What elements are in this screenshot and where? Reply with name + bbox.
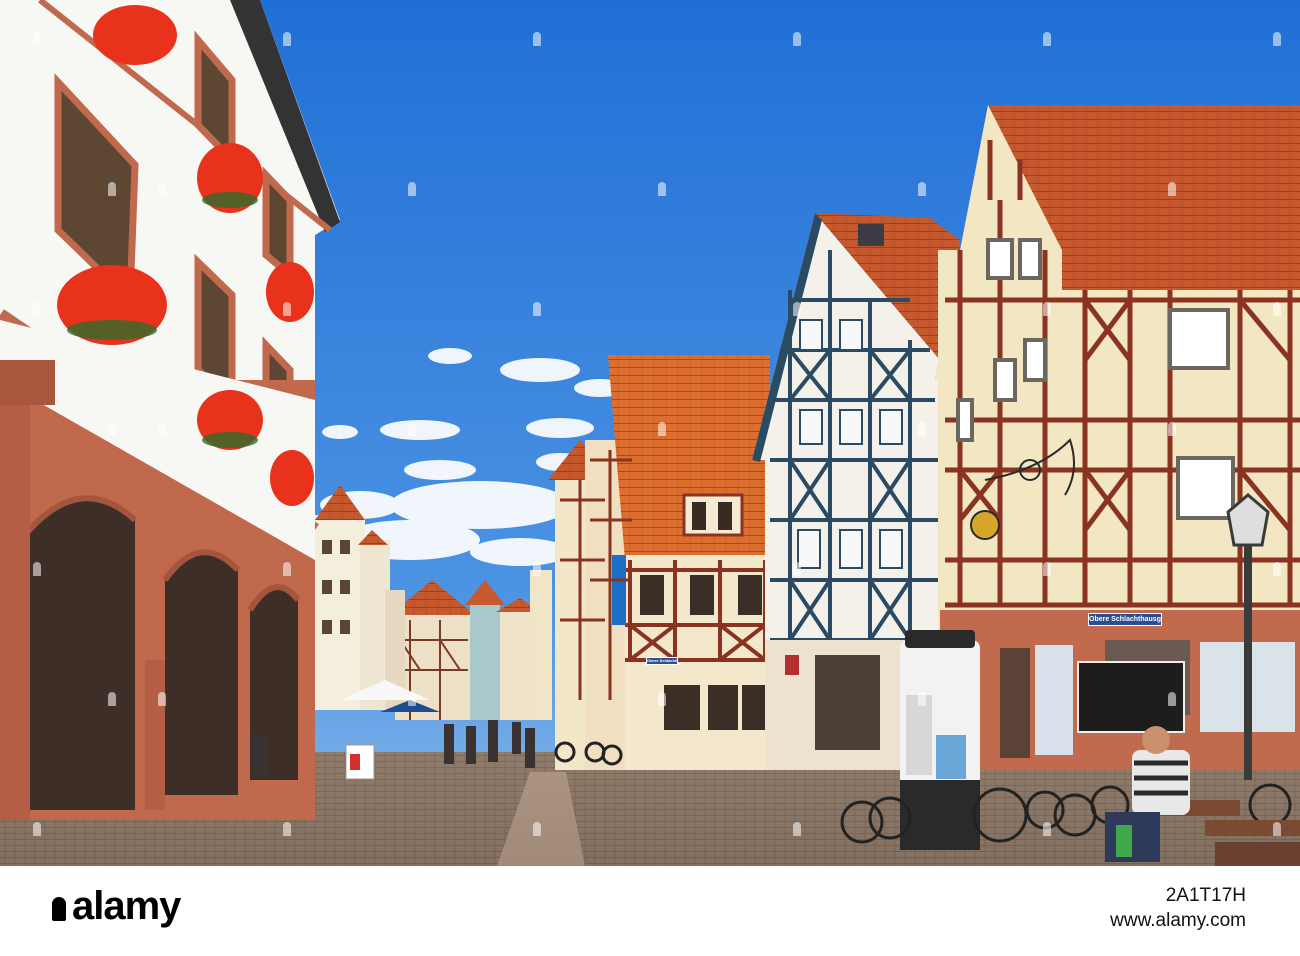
small-street-sign: Obere Schlachthausgasse	[646, 657, 678, 665]
street-photo	[0, 0, 1300, 866]
image-id-block: 2A1T17H www.alamy.com	[1110, 883, 1246, 933]
alamy-logo-text: alamy	[72, 884, 181, 928]
alamy-logo[interactable]: alamy	[52, 884, 181, 929]
image-id: 2A1T17H	[1165, 885, 1246, 906]
advertising-column	[900, 630, 980, 850]
site-url[interactable]: www.alamy.com	[1110, 908, 1246, 933]
street-name-sign: Obere Schlachthausgasse	[1088, 613, 1162, 626]
alamy-logo-icon	[52, 897, 66, 921]
footer-bar	[0, 866, 1300, 956]
town-hall	[0, 0, 340, 820]
